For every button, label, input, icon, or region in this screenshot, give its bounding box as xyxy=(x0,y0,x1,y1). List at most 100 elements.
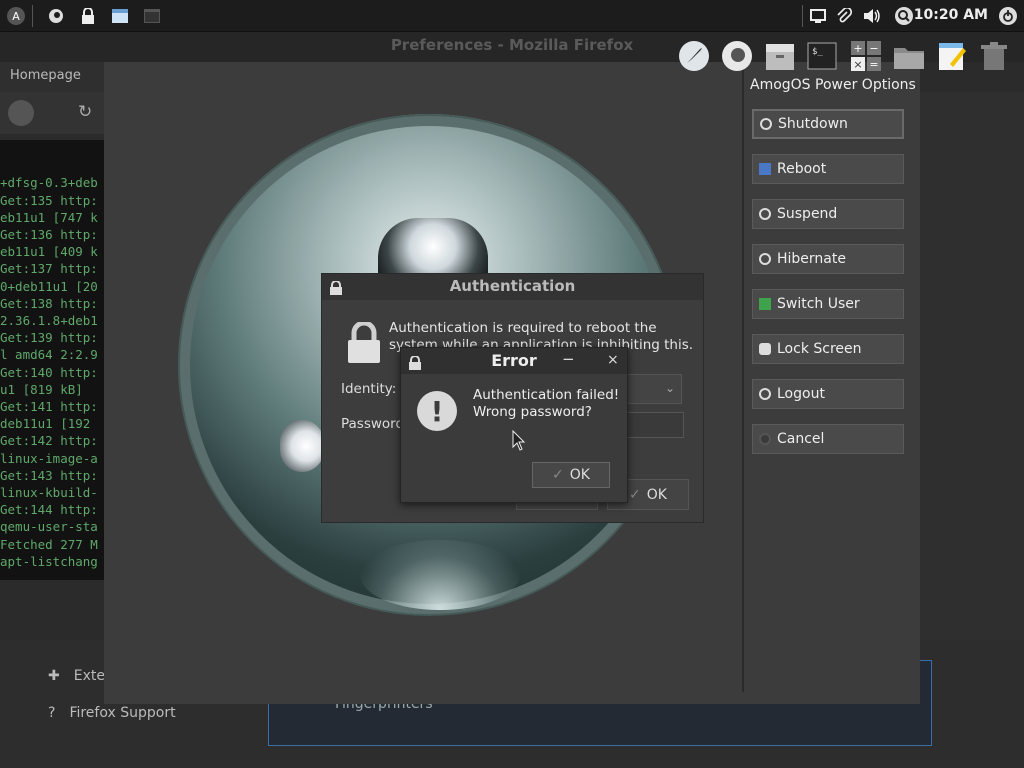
power-divider xyxy=(742,62,744,692)
password-label: Password xyxy=(341,416,405,432)
calculator-icon[interactable]: + − × = xyxy=(850,40,882,72)
svg-text:+: + xyxy=(853,42,862,55)
screen-icon[interactable] xyxy=(808,6,828,26)
terminal-line: Get:135 http: xyxy=(0,192,98,208)
hibernate-button[interactable]: Hibernate xyxy=(752,244,904,274)
orb-glow xyxy=(360,540,520,610)
svg-text:×: × xyxy=(853,58,862,71)
error-message-line: Authentication failed! xyxy=(473,387,620,403)
lock-screen-icon xyxy=(759,343,771,355)
terminal-line: Get:142 http: xyxy=(0,433,98,449)
terminal-line: Get:139 http: xyxy=(0,330,98,346)
paperclip-icon[interactable] xyxy=(834,6,854,26)
cancel-label: Cancel xyxy=(777,431,825,447)
suspend-label: Suspend xyxy=(777,206,838,222)
reboot-icon xyxy=(759,163,771,175)
tab-label: Homepage xyxy=(10,68,81,83)
power-icon[interactable] xyxy=(998,6,1018,26)
logout-icon xyxy=(759,388,771,400)
auth-ok-label: OK xyxy=(646,486,667,503)
window-icon[interactable] xyxy=(110,6,130,26)
identity-label: Identity: xyxy=(341,381,397,397)
shutdown-button[interactable]: Shutdown xyxy=(752,109,904,139)
lock-icon[interactable] xyxy=(78,6,98,26)
terminal-output[interactable]: +dfsg-0.3+deb Get:135 http: eb11u1 [747 k G… xyxy=(0,140,104,580)
cancel-icon xyxy=(759,433,771,445)
svg-text:$_: $_ xyxy=(812,47,823,57)
back-button[interactable] xyxy=(8,100,34,126)
panel-separator xyxy=(32,5,33,27)
orb-knob xyxy=(280,420,324,472)
clock[interactable]: 10:20 AM xyxy=(914,7,988,23)
rocket-icon[interactable] xyxy=(678,40,710,72)
firefox-support-label: Firefox Support xyxy=(69,705,176,721)
warning-icon: ! xyxy=(417,391,457,431)
extensions-link-label: Exte xyxy=(73,668,105,684)
top-panel: A 10:20 AM xyxy=(0,0,1024,32)
terminal-line: Get:144 http: xyxy=(0,502,98,518)
firefox-support-link[interactable]: ? Firefox Support xyxy=(48,705,176,721)
terminal-line: linux-image-a xyxy=(0,450,98,466)
check-icon: ✓ xyxy=(552,467,564,483)
switch-user-label: Switch User xyxy=(777,296,860,312)
hibernate-label: Hibernate xyxy=(777,251,846,267)
reboot-button[interactable]: Reboot xyxy=(752,154,904,184)
suspend-icon xyxy=(759,208,771,220)
close-button[interactable]: × xyxy=(607,352,619,368)
error-message: Authentication failed! Wrong password? xyxy=(473,387,623,421)
puzzle-icon: ✚ xyxy=(48,668,60,684)
terminal-line: qemu-user-sta xyxy=(0,519,98,535)
terminal-line: linux-kbuild- xyxy=(0,485,98,501)
error-message-line: Wrong password? xyxy=(473,404,592,420)
power-options-heading: AmogOS Power Options xyxy=(750,77,916,93)
padlock-icon xyxy=(347,320,381,368)
folder-icon[interactable] xyxy=(893,40,925,72)
svg-text:−: − xyxy=(869,42,878,55)
terminal-launcher-icon[interactable]: $_ xyxy=(806,40,838,72)
password-field[interactable] xyxy=(626,412,684,438)
terminal-line: 0+deb11u1 [20 xyxy=(0,278,98,294)
terminal-line: +dfsg-0.3+deb xyxy=(0,175,98,191)
terminal-line: eb11u1 [747 k xyxy=(0,209,98,225)
terminal-line: eb11u1 [409 k xyxy=(0,244,98,260)
terminal-line: Get:143 http: xyxy=(0,467,98,483)
lock-screen-button[interactable]: Lock Screen xyxy=(752,334,904,364)
terminal-window-icon[interactable] xyxy=(142,6,162,26)
svg-text:=: = xyxy=(869,58,878,71)
switch-user-button[interactable]: Switch User xyxy=(752,289,904,319)
hibernate-icon xyxy=(759,253,771,265)
identity-select[interactable]: ⌄ xyxy=(626,374,682,404)
logout-label: Logout xyxy=(777,386,825,402)
terminal-line: Get:141 http: xyxy=(0,399,98,415)
reload-icon[interactable]: ↻ xyxy=(78,102,92,122)
terminal-line: Get:140 http: xyxy=(0,364,98,380)
svg-text:A: A xyxy=(12,10,20,23)
terminal-line: l amd64 2:2.9 xyxy=(0,347,98,363)
volume-icon[interactable] xyxy=(862,6,882,26)
terminal-line: deb11u1 [192 xyxy=(0,416,91,432)
reboot-label: Reboot xyxy=(777,161,827,177)
suspend-button[interactable]: Suspend xyxy=(752,199,904,229)
app-menu-icon[interactable]: A xyxy=(6,6,26,26)
search-icon[interactable] xyxy=(894,6,914,26)
files-icon[interactable] xyxy=(764,40,796,72)
logout-button[interactable]: Logout xyxy=(752,379,904,409)
switch-user-icon xyxy=(759,298,771,310)
lock-screen-label: Lock Screen xyxy=(777,341,862,357)
extensions-link[interactable]: ✚ Exte xyxy=(48,668,105,684)
error-ok-button[interactable]: ✓ OK xyxy=(532,462,610,488)
firefox-launcher-icon[interactable] xyxy=(721,40,753,72)
shutdown-label: Shutdown xyxy=(778,116,848,132)
shutdown-icon xyxy=(760,118,772,130)
authentication-message-line: Authentication is required to reboot the xyxy=(389,320,657,336)
chevron-down-icon: ⌄ xyxy=(665,381,676,395)
firefox-tab[interactable]: Homepage xyxy=(0,62,104,92)
minimize-button[interactable]: − xyxy=(562,350,575,368)
authentication-title: Authentication xyxy=(449,277,576,295)
trash-icon[interactable] xyxy=(978,40,1010,72)
error-ok-label: OK xyxy=(569,467,590,483)
text-editor-icon[interactable] xyxy=(936,40,968,72)
cancel-button[interactable]: Cancel xyxy=(752,424,904,454)
firefox-icon[interactable] xyxy=(46,6,66,26)
terminal-line: Get:138 http: xyxy=(0,295,98,311)
